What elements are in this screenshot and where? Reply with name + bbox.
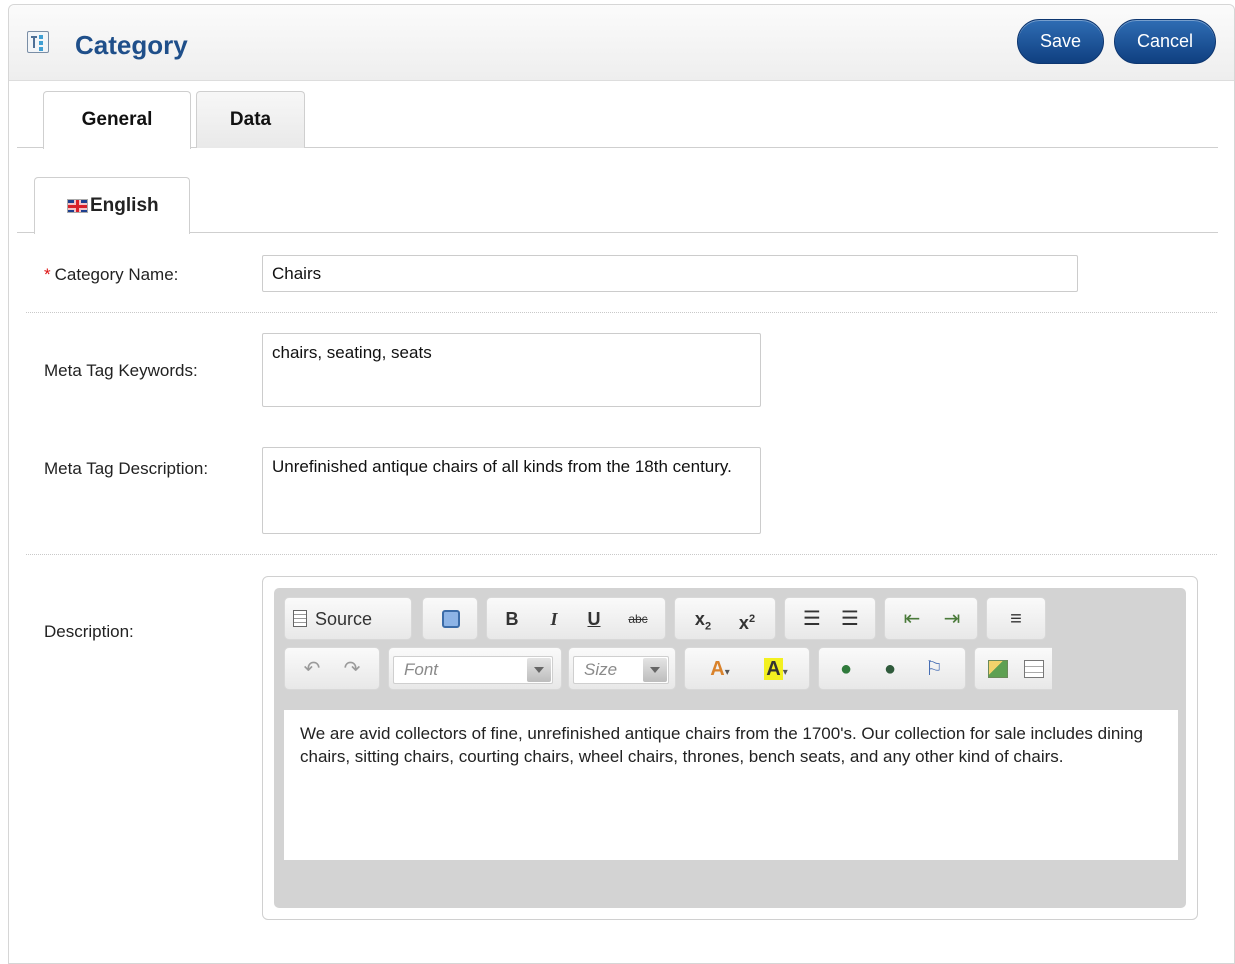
toolbar-group-indent: ⇤ ⇥ xyxy=(884,597,978,640)
category-icon xyxy=(27,31,49,53)
numbered-list-button[interactable]: ☰ xyxy=(797,604,827,634)
link-icon: ● xyxy=(839,658,853,680)
divider xyxy=(26,554,1217,555)
indent-icon: ⇥ xyxy=(943,608,961,630)
anchor-button[interactable]: ⚐ xyxy=(917,654,951,684)
redo-button[interactable]: ↷ xyxy=(337,654,367,684)
tab-data[interactable]: Data xyxy=(196,91,305,148)
toolbar-group-lists: ☰ ☰ xyxy=(784,597,876,640)
chevron-down-icon xyxy=(527,658,551,682)
meta-description-textarea[interactable]: Unrefinished antique chairs of all kinds… xyxy=(262,447,761,534)
undo-button[interactable]: ↶ xyxy=(297,654,327,684)
language-tabs: English xyxy=(17,177,1218,234)
meta-description-label: Meta Tag Description: xyxy=(44,459,209,478)
table-icon xyxy=(1024,660,1044,678)
anchor-flag-icon: ⚐ xyxy=(925,658,943,680)
save-button[interactable]: Save xyxy=(1017,19,1104,64)
main-tabs: General Data xyxy=(17,91,1218,149)
rich-text-editor: Source B I U abc x2 x2 ☰ ☰ ⇤ ⇥ ≡ ↶ ↷ Fon… xyxy=(262,576,1198,920)
align-left-icon: ≡ xyxy=(1010,608,1022,630)
toolbar-group-source: Source xyxy=(284,597,412,640)
strikethrough-button[interactable]: abc xyxy=(621,604,655,634)
page-title: Category xyxy=(75,30,188,60)
font-select[interactable]: Font xyxy=(393,656,553,684)
text-color-button[interactable]: A▾ xyxy=(695,654,745,684)
tab-english-label: English xyxy=(90,195,159,216)
required-marker: * xyxy=(44,265,51,284)
align-left-button[interactable]: ≡ xyxy=(1001,604,1031,634)
outdent-button[interactable]: ⇤ xyxy=(897,604,927,634)
underline-button[interactable]: U xyxy=(579,604,609,634)
text-color-icon: A xyxy=(710,658,725,680)
toolbar-group-font: Font xyxy=(388,647,562,690)
source-button[interactable]: Source xyxy=(293,604,403,634)
toolbar-group-size: Size xyxy=(568,647,676,690)
toolbar-group-align: ≡ xyxy=(986,597,1046,640)
background-color-button[interactable]: A ▾ xyxy=(751,654,801,684)
toolbar-group-block xyxy=(422,597,478,640)
link-button[interactable]: ● xyxy=(829,654,863,684)
table-button[interactable] xyxy=(1019,654,1049,684)
image-button[interactable] xyxy=(983,654,1013,684)
tab-english[interactable]: English xyxy=(34,177,190,234)
italic-button[interactable]: I xyxy=(539,604,569,634)
editor-content[interactable]: We are avid collectors of fine, unrefini… xyxy=(284,710,1178,860)
subscript-button[interactable]: x2 xyxy=(685,604,721,634)
redo-icon: ↷ xyxy=(343,658,361,680)
show-blocks-button[interactable] xyxy=(436,604,466,634)
description-label: Description: xyxy=(44,622,134,641)
category-name-input[interactable] xyxy=(262,255,1078,292)
bulleted-list-button[interactable]: ☰ xyxy=(835,604,865,634)
bold-button[interactable]: B xyxy=(497,604,527,634)
divider xyxy=(26,312,1217,313)
cancel-button[interactable]: Cancel xyxy=(1114,19,1216,64)
chevron-down-icon xyxy=(643,658,667,682)
unlink-icon: ● xyxy=(883,658,897,680)
background-color-icon: A xyxy=(764,658,783,680)
toolbar-group-colors: A▾ A ▾ xyxy=(684,647,810,690)
indent-button[interactable]: ⇥ xyxy=(937,604,967,634)
show-blocks-icon xyxy=(442,610,460,628)
tab-general[interactable]: General xyxy=(43,91,191,149)
category-name-label: * Category Name: xyxy=(44,265,179,284)
toolbar-group-history: ↶ ↷ xyxy=(284,647,380,690)
numbered-list-icon: ☰ xyxy=(803,608,821,630)
undo-icon: ↶ xyxy=(303,658,321,680)
toolbar-group-script: x2 x2 xyxy=(674,597,776,640)
toolbar-group-format: B I U abc xyxy=(486,597,666,640)
uk-flag-icon xyxy=(67,199,88,213)
panel-header: Category Save Cancel xyxy=(9,5,1234,81)
bulleted-list-icon: ☰ xyxy=(841,608,859,630)
toolbar-group-links: ● ● ⚐ xyxy=(818,647,966,690)
size-select[interactable]: Size xyxy=(573,656,669,684)
unlink-button[interactable]: ● xyxy=(873,654,907,684)
superscript-button[interactable]: x2 xyxy=(729,604,765,634)
outdent-icon: ⇤ xyxy=(903,608,921,630)
image-icon xyxy=(988,660,1008,678)
editor-chrome: Source B I U abc x2 x2 ☰ ☰ ⇤ ⇥ ≡ ↶ ↷ Fon… xyxy=(274,588,1186,908)
meta-keywords-label: Meta Tag Keywords: xyxy=(44,361,198,380)
source-icon xyxy=(293,610,307,627)
toolbar-group-insert xyxy=(974,647,1052,690)
meta-keywords-textarea[interactable]: chairs, seating, seats xyxy=(262,333,761,407)
